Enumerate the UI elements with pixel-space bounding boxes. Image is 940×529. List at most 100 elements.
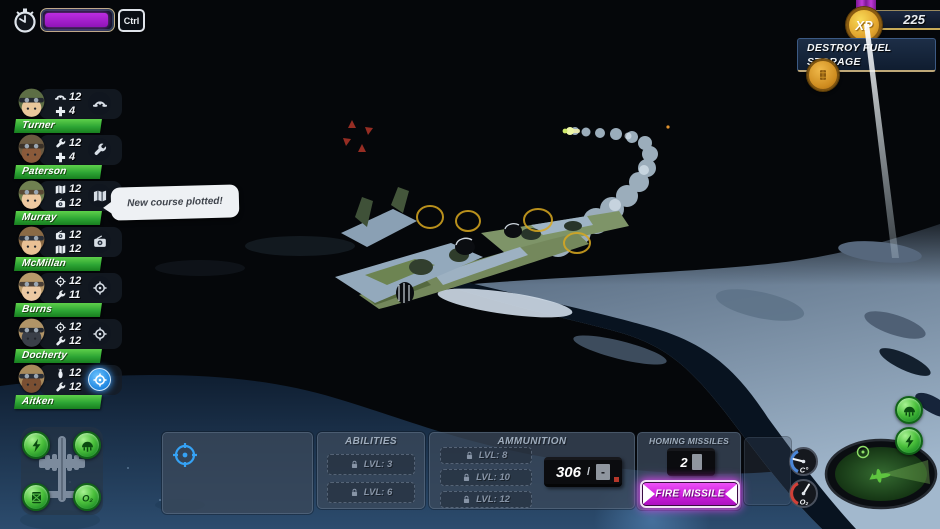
- selected-crew-panel: [162, 432, 313, 514]
- empty-panel: [744, 437, 791, 505]
- locked-slot[interactable]: LVL: 6: [327, 482, 415, 503]
- ammo-separator: /: [587, 466, 590, 478]
- crew-portrait[interactable]: [14, 362, 49, 397]
- oxygen-gauge: O₂: [788, 478, 819, 509]
- target-icon: [55, 276, 66, 287]
- abilities-panel: ABILITIES LVL: 3 LVL: 6: [317, 432, 425, 509]
- slot-label: LVL: 12: [476, 494, 510, 505]
- homing-missiles-title: HOMING MISSILES: [638, 436, 740, 446]
- crew-stat-value: 12: [69, 243, 81, 255]
- crew-name: Turner: [14, 119, 102, 133]
- hydraulics-status-icon: [895, 396, 923, 424]
- speech-bubble: New course plotted!: [111, 184, 240, 220]
- crew-stat-value: 12: [69, 197, 81, 209]
- crew-name: Murray: [14, 211, 102, 225]
- lightning-status-icon: [895, 427, 923, 455]
- crew-role-target-icon[interactable]: [88, 276, 111, 299]
- missile-counter: 2: [667, 448, 715, 476]
- timer-bar: [41, 9, 114, 31]
- radar-display: [824, 438, 938, 510]
- lightning-status-icon: [22, 431, 50, 459]
- missile-count: 2: [680, 455, 687, 470]
- crew-stat-value: 12: [69, 275, 81, 287]
- crew-stat-value: 12: [69, 321, 81, 333]
- ammo-max: -: [596, 464, 610, 480]
- homing-missiles-panel: HOMING MISSILES 2 FIRE MISSILE: [637, 432, 741, 510]
- ammo-counter: 306 / -: [544, 457, 622, 487]
- crew-card-paterson[interactable]: 12 4 Paterson: [14, 134, 110, 180]
- wrench-icon: [55, 138, 66, 149]
- crew-stat-value: 12: [69, 381, 81, 393]
- medal-icon: [55, 152, 66, 163]
- crew-stat-value: 12: [69, 367, 81, 379]
- crew-card-murray[interactable]: 12 12 Murray: [14, 180, 110, 226]
- slot-label: LVL: 3: [364, 459, 393, 470]
- lock-icon: [462, 495, 471, 504]
- xp-coin-label: XP: [855, 18, 872, 33]
- temperature-gauge: C°: [788, 446, 819, 477]
- crew-role-target-icon[interactable]: [88, 322, 111, 345]
- ammunition-panel: AMMUNITION LVL: 8 LVL: 10 LVL: 12 306 / -: [429, 432, 635, 509]
- crew-stat-value: 4: [69, 151, 75, 163]
- crew-card-aitken[interactable]: 1212Aitken: [14, 364, 110, 410]
- ammunition-slots: LVL: 8 LVL: 10 LVL: 12: [440, 447, 532, 513]
- fuel-storage-objective-icon: [807, 59, 839, 91]
- crew-portrait[interactable]: [14, 178, 49, 213]
- gunsight-icon[interactable]: [172, 442, 198, 468]
- lock-icon: [350, 488, 359, 497]
- crew-stat-value: 12: [69, 137, 81, 149]
- crew-stat-value: 11: [69, 289, 80, 301]
- crew-role-pilot-yoke-icon[interactable]: [88, 92, 111, 115]
- abilities-title: ABILITIES: [318, 436, 424, 447]
- slot-label: LVL: 6: [364, 487, 393, 498]
- ammo-current: 306: [556, 464, 581, 481]
- lock-icon: [350, 460, 359, 469]
- stopwatch-icon: [11, 6, 39, 34]
- crew-stat-value: 12: [69, 91, 81, 103]
- radio-icon: [55, 198, 66, 209]
- crew-name: McMillan: [14, 257, 102, 271]
- map-icon: [55, 184, 66, 195]
- crew-card-docherty[interactable]: 12 12 Docherty: [14, 318, 110, 364]
- crew-role-target-icon[interactable]: [88, 368, 111, 391]
- crew-portrait[interactable]: [14, 86, 49, 121]
- crew-stat-value: 4: [69, 105, 75, 117]
- crew-name: Docherty: [14, 349, 102, 363]
- crew-portrait[interactable]: [14, 224, 49, 259]
- speech-text: New course plotted!: [127, 196, 223, 209]
- wrench-icon: [55, 336, 66, 347]
- crew-card-turner[interactable]: 12 4 Turner: [14, 88, 110, 134]
- xp-value: 225: [903, 12, 925, 27]
- crew-card-mcmillan[interactable]: 1212McMillan: [14, 226, 110, 272]
- crew-role-radio-icon[interactable]: [88, 230, 111, 253]
- svg-text:C°: C°: [800, 466, 809, 475]
- hydraulics-status-icon: [73, 431, 101, 459]
- timer-fill: [45, 13, 108, 27]
- crew-role-wrench-icon[interactable]: [88, 138, 111, 161]
- crew-portrait[interactable]: [14, 316, 49, 351]
- lock-icon: [465, 451, 474, 460]
- crew-portrait[interactable]: [14, 270, 49, 305]
- map-icon: [55, 244, 66, 255]
- crew-card-burns[interactable]: 1211Burns: [14, 272, 110, 318]
- ctrl-key-hint: Ctrl: [118, 9, 145, 32]
- wrench-icon: [55, 290, 66, 301]
- locked-slot[interactable]: LVL: 3: [327, 454, 415, 475]
- crew-portrait[interactable]: [14, 132, 49, 167]
- slot-label: LVL: 8: [479, 450, 508, 461]
- game-screen: Ctrl 225 XP DESTROY FUEL STORAGE 124Turn: [0, 0, 940, 529]
- crew-stat-value: 12: [69, 335, 81, 347]
- ammunition-title: AMMUNITION: [430, 436, 634, 447]
- crew-stat-value: 12: [69, 183, 81, 195]
- fire-missile-label: FIRE MISSILE: [642, 488, 738, 499]
- fire-missile-button[interactable]: FIRE MISSILE: [640, 480, 740, 508]
- locked-slot[interactable]: LVL: 10: [440, 469, 532, 486]
- radio-icon: [55, 230, 66, 241]
- oxygen-status-icon: O₂: [73, 483, 101, 511]
- locked-slot[interactable]: LVL: 8: [440, 447, 532, 464]
- locked-slot[interactable]: LVL: 12: [440, 491, 532, 508]
- pilot-yoke-icon: [55, 92, 66, 103]
- crew-name: Paterson: [14, 165, 102, 179]
- wrench-icon: [55, 382, 66, 393]
- abilities-slots: LVL: 3 LVL: 6: [327, 454, 415, 510]
